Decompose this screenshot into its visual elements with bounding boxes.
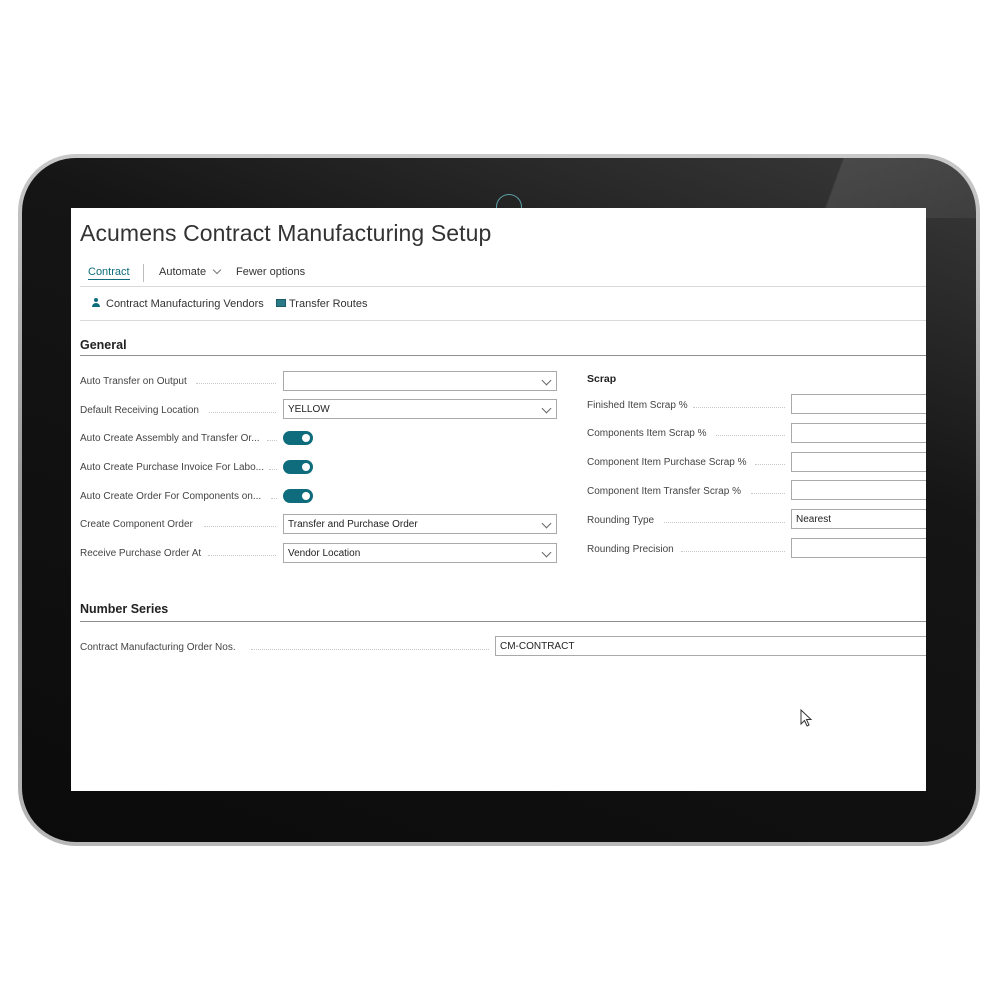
page-title: Acumens Contract Manufacturing Setup [80, 220, 492, 246]
comp-transfer-scrap-input[interactable] [791, 480, 926, 500]
automate-label: Automate [159, 266, 207, 278]
leader-dots [664, 522, 785, 523]
fewer-options-button[interactable]: Fewer options [236, 266, 305, 278]
person-icon [91, 298, 101, 308]
rounding-precision-input[interactable] [791, 538, 926, 558]
components-scrap-input[interactable] [791, 423, 926, 443]
cm-order-nos-value: CM-CONTRACT [500, 641, 575, 652]
finished-scrap-label: Finished Item Scrap % [587, 400, 688, 411]
comp-transfer-scrap-label: Component Item Transfer Scrap % [587, 486, 741, 497]
leader-dots [267, 440, 277, 441]
auto-transfer-select[interactable] [283, 371, 557, 391]
leader-dots [751, 493, 785, 494]
general-heading[interactable]: General [80, 338, 127, 352]
scrap-heading: Scrap [587, 373, 617, 385]
leader-dots [196, 383, 276, 384]
comp-purchase-scrap-label: Component Item Purchase Scrap % [587, 457, 747, 468]
auto-transfer-label: Auto Transfer on Output [80, 376, 187, 387]
leader-dots [209, 412, 276, 413]
number-series-heading-line [80, 621, 926, 622]
default-location-value: YELLOW [288, 404, 330, 415]
auto-invoice-toggle[interactable] [283, 460, 313, 474]
app-screen: Acumens Contract Manufacturing Setup Con… [71, 208, 926, 791]
automate-menu[interactable]: Automate [159, 265, 222, 278]
receive-po-label: Receive Purchase Order At [80, 548, 202, 559]
chevron-down-icon [541, 375, 552, 386]
component-order-select[interactable]: Transfer and Purchase Order [283, 514, 557, 534]
component-order-label: Create Component Order [80, 519, 193, 530]
action-bar: Contract Automate Fewer options [71, 264, 926, 286]
mouse-cursor-icon [800, 709, 813, 727]
route-icon [276, 299, 286, 307]
leader-dots [716, 435, 785, 436]
chevron-down-icon [541, 547, 552, 558]
vendors-label: Contract Manufacturing Vendors [106, 298, 264, 310]
auto-components-toggle[interactable] [283, 489, 313, 503]
leader-dots [271, 498, 277, 499]
action-bar-divider [80, 286, 926, 287]
auto-components-label: Auto Create Order For Components on... [80, 491, 262, 502]
auto-invoice-label: Auto Create Purchase Invoice For Labo... [80, 462, 264, 473]
tab-contract[interactable]: Contract [88, 266, 130, 280]
receive-po-value: Vendor Location [288, 548, 361, 559]
action-bar-separator [143, 264, 144, 282]
auto-assembly-toggle[interactable] [283, 431, 313, 445]
leader-dots [204, 526, 276, 527]
leader-dots [208, 555, 276, 556]
leader-dots [681, 551, 785, 552]
transfer-routes-button[interactable]: Transfer Routes [276, 298, 367, 310]
rounding-type-select[interactable]: Nearest [791, 509, 926, 529]
subbar-divider [80, 320, 926, 321]
auto-assembly-label: Auto Create Assembly and Transfer Or... [80, 433, 260, 444]
routes-label: Transfer Routes [289, 298, 368, 310]
contract-manufacturing-vendors-button[interactable]: Contract Manufacturing Vendors [91, 298, 264, 310]
leader-dots [269, 469, 277, 470]
leader-dots [693, 407, 785, 408]
default-location-label: Default Receiving Location [80, 405, 199, 416]
chevron-down-icon [541, 518, 552, 529]
component-order-value: Transfer and Purchase Order [288, 519, 418, 530]
chevron-down-icon [541, 403, 552, 414]
leader-dots [251, 649, 489, 650]
finished-scrap-input[interactable] [791, 394, 926, 414]
rounding-precision-label: Rounding Precision [587, 544, 674, 555]
cm-order-nos-label: Contract Manufacturing Order Nos. [80, 642, 236, 653]
rounding-type-value: Nearest [796, 514, 832, 525]
general-heading-line [80, 355, 926, 356]
components-scrap-label: Components Item Scrap % [587, 428, 707, 439]
comp-purchase-scrap-input[interactable] [791, 452, 926, 472]
default-location-select[interactable]: YELLOW [283, 399, 557, 419]
receive-po-select[interactable]: Vendor Location [283, 543, 557, 563]
cm-order-nos-input[interactable]: CM-CONTRACT [495, 636, 926, 656]
number-series-heading[interactable]: Number Series [80, 602, 168, 616]
chevron-down-icon [212, 265, 222, 275]
leader-dots [755, 464, 785, 465]
rounding-type-label: Rounding Type [587, 515, 655, 526]
